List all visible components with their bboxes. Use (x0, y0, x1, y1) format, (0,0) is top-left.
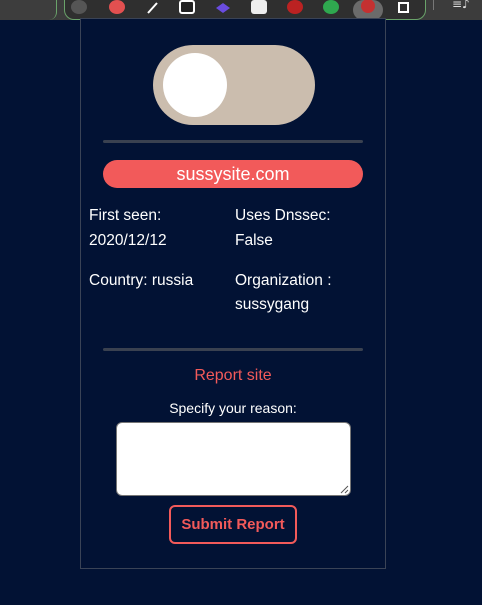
extension-icon-1[interactable] (71, 0, 87, 14)
reason-textarea[interactable] (116, 422, 351, 496)
divider-bottom (103, 348, 363, 351)
dnssec-value: False (235, 232, 273, 249)
extension-icon-7[interactable] (287, 0, 303, 14)
puzzle-icon[interactable] (397, 0, 413, 14)
first-seen-value: 2020/12/12 (89, 232, 167, 249)
divider-top (103, 140, 363, 143)
extension-icon-3[interactable] (145, 0, 161, 14)
media-icon[interactable]: ≡♪ (452, 0, 470, 11)
reason-label: Specify your reason: (169, 400, 297, 416)
report-site-heading: Report site (194, 367, 272, 384)
toggle-knob[interactable] (163, 53, 227, 117)
first-seen-label: First seen: (89, 207, 162, 224)
extension-icon-2[interactable] (109, 0, 125, 14)
organization-label: Organization : (235, 272, 332, 289)
extension-popup: sussysite.com First seen: 2020/12/12 Use… (80, 18, 386, 569)
toolbar-tab-edge (0, 0, 57, 20)
toolbar-divider (433, 0, 434, 10)
organization-value: sussygang (235, 296, 310, 313)
site-domain-badge: sussysite.com (103, 160, 363, 188)
dnssec-label: Uses Dnssec: (235, 207, 331, 224)
extension-icon-5[interactable] (215, 0, 231, 14)
browser-toolbar: ≡♪ (0, 0, 482, 20)
extensions-bar (64, 0, 426, 20)
submit-report-button[interactable]: Submit Report (169, 505, 297, 544)
active-extension-icon[interactable] (353, 0, 383, 20)
extension-icon-4[interactable] (179, 0, 195, 14)
country-label: Country: russia (89, 272, 194, 289)
extension-icon-6[interactable] (251, 0, 267, 14)
resize-grip-icon[interactable] (340, 485, 349, 494)
protection-toggle[interactable] (153, 45, 315, 125)
extension-icon-8[interactable] (323, 0, 339, 14)
